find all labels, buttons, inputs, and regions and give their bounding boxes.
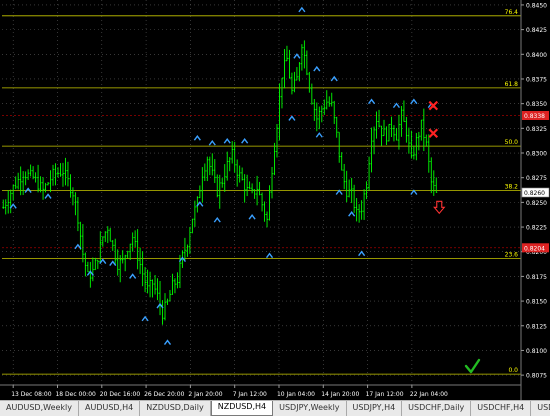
price-tick-label: 0.8325 [526,126,547,133]
fib-level-label: 76.4 [505,9,519,16]
price-tick-label: 0.8250 [526,200,547,207]
time-tick-label: 18 Dec 00:00 [55,391,96,398]
time-tick-label: 2 Jan 20:00 [188,391,222,398]
chart-area[interactable]: 76.4 61.8 50.0 38.2 23.6 0.0 0.8450 0.8425 0.84… [0,0,550,400]
price-tick-label: 0.8350 [526,101,547,108]
price-tick-label: 0.8125 [526,323,547,330]
price-tick-label: 0.8075 [526,373,547,380]
chart-tab[interactable]: AUDUSD,H4 [79,401,141,416]
price-tick-label: 0.8375 [526,76,547,83]
price-tick-label: 0.8425 [526,27,547,34]
chart-tab[interactable]: USDCHF,Daily [402,401,472,416]
time-tick-label: 10 Jan 04:00 [277,391,315,398]
time-tick-label: 17 Jan 12:00 [366,391,404,398]
price-tick-label: 0.8175 [526,274,547,281]
price-tick-label: 0.8225 [526,225,547,232]
time-tick-label: 7 Jan 12:00 [233,391,267,398]
chart-tab[interactable]: USDCHF,H4 [471,401,532,416]
chart-tab[interactable]: NZDUSD,Daily [140,401,211,416]
fib-level-label: 50.0 [505,139,519,146]
chart-tab[interactable]: NZDUSD,H4 [210,401,274,416]
price-chart[interactable]: 76.4 61.8 50.0 38.2 23.6 0.0 0.8450 0.8425 0.84… [0,0,550,400]
time-tick-label: 13 Dec 08:00 [11,391,52,398]
chart-tab[interactable]: USDJPY,Weekly [273,401,347,416]
red-level-badge: 0.8338 [524,113,545,120]
fib-level-label: 0.0 [508,367,518,374]
price-tick-label: 0.8400 [526,52,547,59]
current-price-badge: 0.8260 [524,190,545,197]
price-tick-label: 0.8300 [526,151,547,158]
price-tick-label: 0.8450 [526,2,547,9]
time-tick-label: 20 Dec 16:00 [100,391,141,398]
price-tick-label: 0.8275 [526,175,547,182]
time-tick-label: 22 Jan 04:00 [410,391,448,398]
time-tick-label: 26 Dec 20:00 [144,391,185,398]
chart-background [0,0,550,400]
chart-tab-bar: AUDUSD,Weekly AUDUSD,H4 NZDUSD,Daily NZDUSD… [0,400,550,416]
fib-level-label: 38.2 [505,184,519,191]
price-tick-label: 0.8150 [526,299,547,306]
time-tick-label: 14 Jan 20:00 [321,391,359,398]
red-level-badge: 0.8204 [524,245,545,252]
chart-tab[interactable]: USDCAD,Week [531,401,550,416]
fib-level-label: 61.8 [505,81,519,88]
chart-tab[interactable]: USDJPY,H4 [347,401,403,416]
fib-level-label: 23.6 [505,252,519,259]
price-tick-label: 0.8100 [526,348,547,355]
chart-tab[interactable]: AUDUSD,Weekly [0,401,79,416]
